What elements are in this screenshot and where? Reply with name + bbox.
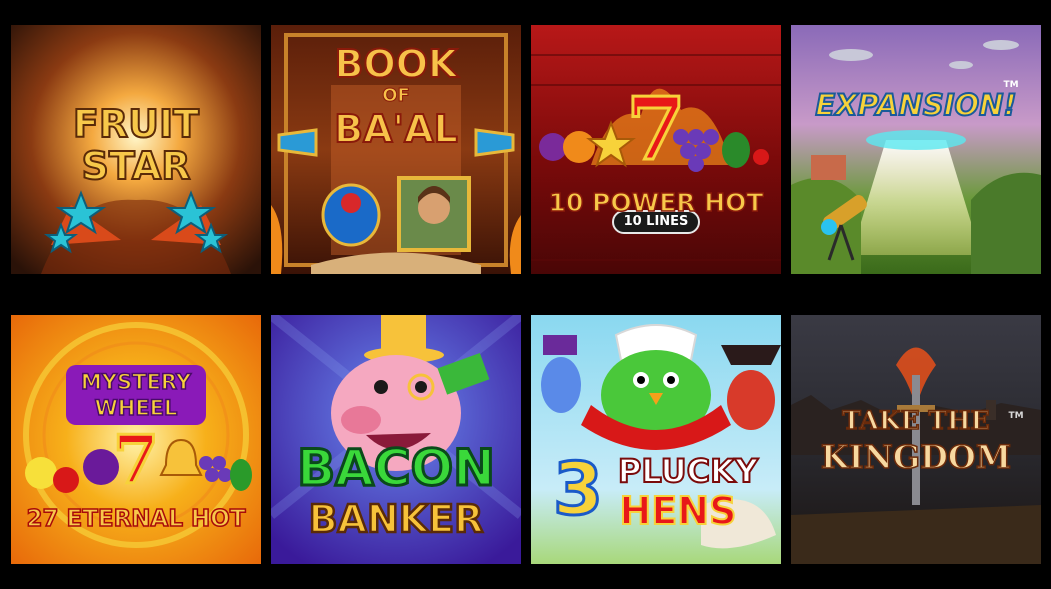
- game-title-line1: FRUIT: [72, 102, 200, 146]
- ufo-icon: [829, 49, 873, 61]
- game-title-line1: BACON: [296, 439, 497, 497]
- game-title-line1: MYSTERY: [80, 370, 192, 394]
- game-title-line2: KINGDOM: [820, 438, 1012, 476]
- game-grid: FRUIT STAR BOOK OF BA'AL 7 10 POWER HOT …: [11, 25, 1041, 565]
- game-tile-10-power-hot[interactable]: 7 10 POWER HOT 10 LINES: [531, 25, 781, 274]
- game-title-line3: 27 ETERNAL HOT: [26, 506, 247, 532]
- expansion-artwork: [791, 25, 1041, 274]
- game-title-line1: BOOK: [333, 42, 458, 86]
- game-tile-take-the-kingdom[interactable]: TAKE THE KINGDOM TM: [791, 315, 1041, 564]
- game-title-line2: OF: [382, 85, 411, 106]
- game-tile-mystery-wheel-27-eternal-hot[interactable]: MYSTERY WHEEL 7 27 ETERNAL HOT: [11, 315, 261, 564]
- game-title-line3: BA'AL: [333, 107, 459, 151]
- game-title-line2: WHEEL: [94, 396, 178, 420]
- game-tile-fruit-star[interactable]: FRUIT STAR: [11, 25, 261, 274]
- game-tile-book-of-baal[interactable]: BOOK OF BA'AL: [271, 25, 521, 274]
- game-title-line1: PLUCKY: [617, 452, 759, 490]
- seven-symbol: 7: [112, 421, 161, 499]
- trademark: TM: [1008, 411, 1024, 421]
- game-title-line2: STAR: [80, 144, 191, 188]
- game-title: EXPANSION!: [814, 88, 1017, 122]
- game-title-line2: BANKER: [307, 497, 484, 541]
- game-title: 10 POWER HOT: [548, 188, 764, 217]
- game-title-line2: HENS: [619, 489, 738, 533]
- game-tile-bacon-banker[interactable]: BACON BANKER: [271, 315, 521, 564]
- trademark: TM: [1003, 80, 1019, 90]
- game-tile-expansion[interactable]: EXPANSION! TM: [791, 25, 1041, 274]
- game-tile-3-plucky-hens[interactable]: 3 PLUCKY HENS: [531, 315, 781, 564]
- game-subtitle: 10 LINES: [623, 214, 689, 229]
- seven-symbol: 7: [625, 79, 688, 180]
